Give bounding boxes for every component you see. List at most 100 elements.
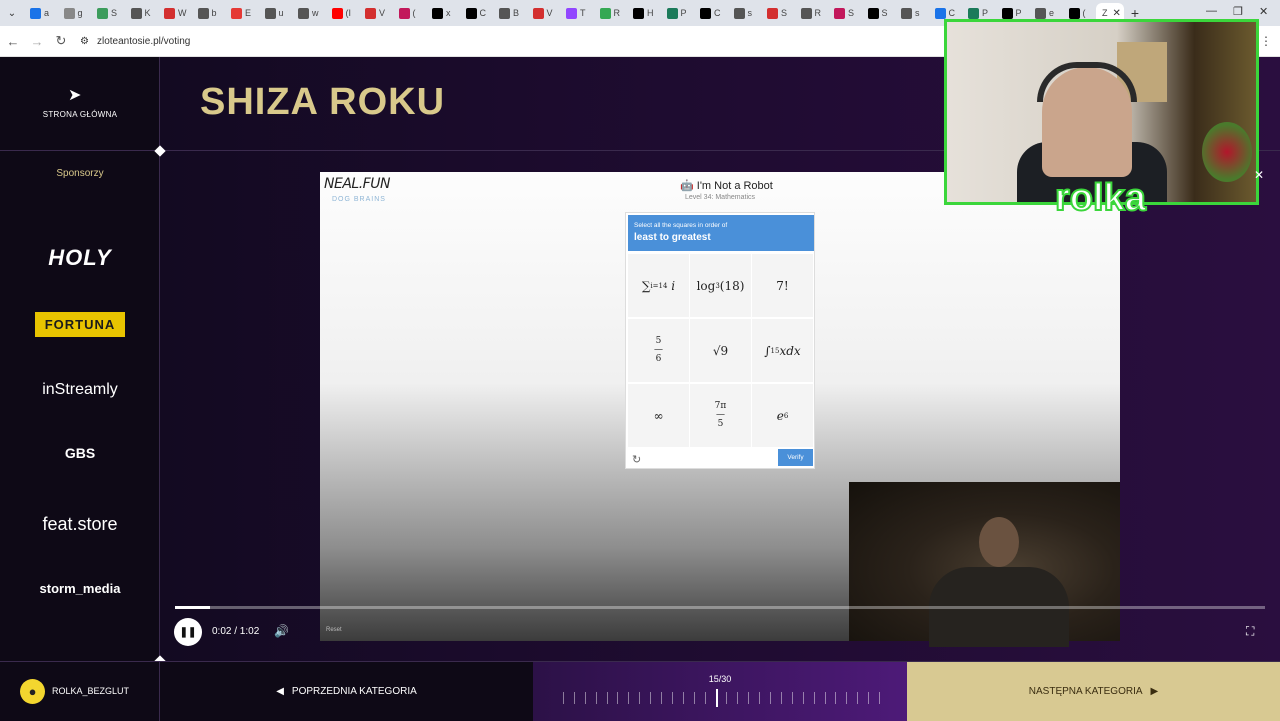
refresh-icon[interactable]: ↻ [632,453,641,466]
browser-tab[interactable]: (I [326,3,360,23]
sponsor-instreamly[interactable]: inStreamly [0,381,160,399]
captcha-cell-factorial[interactable]: 7! [752,254,813,317]
browser-tab[interactable]: x [426,3,460,23]
category-tick [813,692,815,704]
category-tick [846,692,848,704]
browser-tab[interactable]: B [493,3,527,23]
browser-tab[interactable]: s [728,3,762,23]
sponsor-storm-media[interactable]: storm_media [0,581,160,596]
home-arrow-icon: ➤ [68,87,82,104]
tab-label: a [44,8,50,18]
category-tick [595,692,597,704]
browser-tab[interactable]: R [594,3,628,23]
sponsors-title: Sponsorzy [56,168,104,179]
tab-label: s [747,8,753,18]
tab-label: E [245,8,252,18]
tab-label: W [178,8,187,18]
sponsor-feat-store[interactable]: feat.store [0,514,160,535]
sponsor-fortuna[interactable]: FORTUNA [0,312,160,337]
tab-favicon-icon [633,7,644,19]
game-level: Level 34: Mathematics [685,194,756,201]
browser-tab[interactable]: a [24,3,58,23]
tab-label: V [379,8,386,18]
browser-tab[interactable]: E [225,3,259,23]
tab-favicon-icon [298,7,309,19]
captcha-cell-integral[interactable]: ∫ 1 5 xdx [752,319,813,382]
captcha-cell-log[interactable]: log 3 (18) [690,254,751,317]
browser-tab[interactable]: S [862,3,896,23]
browser-tab[interactable]: T [560,3,594,23]
browser-tab[interactable]: S [91,3,125,23]
browser-tab[interactable]: R [795,3,829,23]
tab-label: H [647,8,654,18]
site-info-icon[interactable]: ⚙ [80,36,89,47]
browser-tab[interactable]: V [359,3,393,23]
tab-favicon-icon [968,7,979,19]
tab-label: V [546,8,553,18]
tab-label: S [848,8,855,18]
site-logo: NEAL.FUN [324,176,390,192]
close-icon[interactable]: ✕ [1254,168,1264,182]
sponsor-holy[interactable]: HOLY [0,245,160,271]
browser-tab[interactable]: K [125,3,159,23]
tab-label: S [781,8,788,18]
captcha-cell-pi[interactable]: 7π —5 [690,384,751,447]
volume-icon[interactable]: 🔊 [274,624,289,638]
tab-label: x [446,8,451,18]
browser-tab[interactable]: s [895,3,929,23]
tab-label: ( [412,8,416,18]
webcam-person-head [979,517,1019,567]
browser-tab[interactable]: u [259,3,293,23]
browser-tab[interactable]: S [761,3,795,23]
captcha-cell-sum[interactable]: ∑ i=1 4 i [628,254,689,317]
minimize-icon[interactable]: — [1206,5,1217,17]
captcha-cell-infinity[interactable]: ∞ [628,384,689,447]
reset-label[interactable]: Reset [326,627,342,633]
browser-tab[interactable]: C [460,3,494,23]
prev-category-button[interactable]: ◀ POPRZEDNIA KATEGORIA [160,662,533,721]
category-ticks [563,689,880,707]
tab-label: u [278,8,284,18]
maximize-icon[interactable]: ❐ [1233,5,1243,18]
browser-tab[interactable]: S [828,3,862,23]
forward-icon[interactable]: → [26,34,48,49]
sponsor-gbs[interactable]: GBS [0,445,160,461]
home-link[interactable]: ➤ STRONA GŁÓWNA [0,57,160,151]
browser-tab[interactable]: V [527,3,561,23]
browser-tab[interactable]: b [192,3,226,23]
browser-tab[interactable]: ( [393,3,427,23]
browser-tab[interactable]: g [58,3,92,23]
tab-favicon-icon [800,7,812,19]
close-icon[interactable]: ✕ [1113,8,1121,19]
next-category-button[interactable]: NASTĘPNA KATEGORIA ▶ [907,662,1280,721]
tab-label: S [881,8,888,18]
captcha-cell-sqrt[interactable]: √9 [690,319,751,382]
fullscreen-icon[interactable]: ⛶ [1246,624,1254,639]
browser-tab[interactable]: H [627,3,661,23]
tab-favicon-icon [197,7,209,19]
tab-search-icon[interactable]: ⌄ [0,0,24,26]
tab-label: B [513,8,520,18]
webcam-label: rolka [1054,177,1147,219]
browser-tab[interactable]: P [661,3,695,23]
user-profile[interactable]: ● ROLKA_BEZGLUT [0,662,160,721]
tab-favicon-icon [566,7,577,19]
tab-label: S [111,8,118,18]
close-window-icon[interactable]: ✕ [1259,5,1268,18]
pause-button[interactable]: ❚❚ [174,618,202,646]
reload-icon[interactable]: ↻ [50,33,72,49]
tab-favicon-icon [331,7,343,19]
video-progress-fill [175,606,210,609]
url-field[interactable]: ⚙ zloteantosie.pl/voting [80,36,190,47]
captcha-cell-exp[interactable]: e6 [752,384,813,447]
verify-button[interactable]: Verify [778,449,813,466]
captcha-cell-fraction[interactable]: 5—6 [628,319,689,382]
browser-tab[interactable]: C [694,3,728,23]
back-icon[interactable]: ← [2,34,24,49]
video-progress-bar[interactable] [175,606,1265,609]
browser-tab[interactable]: w [292,3,326,23]
menu-icon[interactable]: ⋮ [1260,34,1272,48]
robot-icon: 🤖 [680,180,694,192]
tab-favicon-icon [934,7,946,19]
browser-tab[interactable]: W [158,3,192,23]
